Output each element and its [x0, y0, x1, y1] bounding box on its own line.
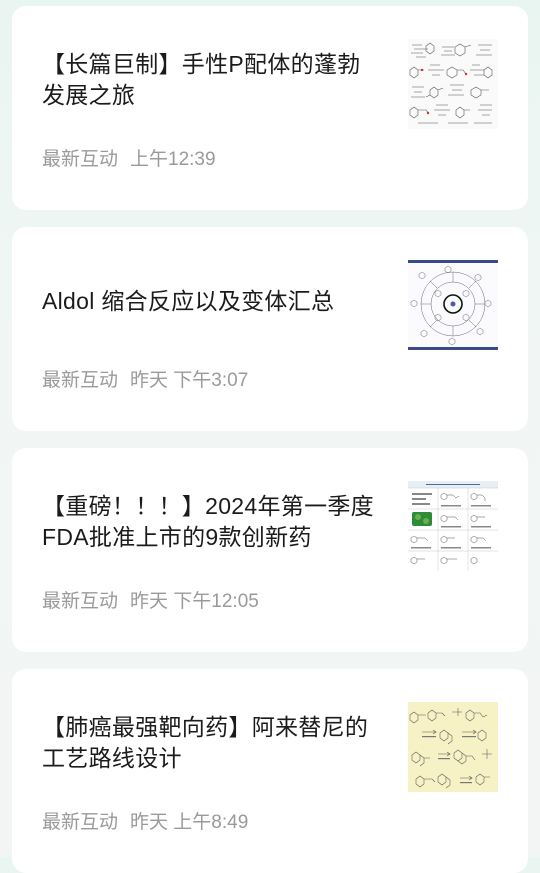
article-tag: 最新互动: [42, 149, 119, 170]
article-title: 【重磅！！！】2024年第一季度FDA批准上市的9款创新药: [42, 493, 374, 550]
article-meta: 最新互动 昨天 下午3:07: [42, 369, 248, 393]
article-title: Aldol 缩合反应以及变体汇总: [42, 287, 335, 314]
article-card[interactable]: Aldol 缩合反应以及变体汇总 最新互动 昨天 下午3:07: [12, 227, 528, 431]
article-title: 【肺癌最强靶向药】阿来替尼的工艺路线设计: [42, 714, 369, 771]
article-time: 上午12:39: [130, 149, 216, 170]
article-title-wrap: 【重磅！！！】2024年第一季度FDA批准上市的9款创新药: [42, 448, 374, 652]
article-meta: 最新互动 上午12:39: [42, 148, 216, 172]
chemical-structures-thumbnail: [408, 39, 498, 129]
article-meta: 最新互动 昨天 下午12:05: [42, 590, 259, 614]
article-time: 昨天 上午8:49: [130, 812, 249, 833]
article-card[interactable]: 【肺癌最强靶向药】阿来替尼的工艺路线设计 最新互动 昨天 上午8:49: [12, 669, 528, 873]
synthesis-route-thumbnail: [408, 702, 498, 792]
article-time: 昨天 下午3:07: [130, 370, 249, 391]
article-card[interactable]: 【长篇巨制】手性P配体的蓬勃发展之旅 最新互动 上午12:39: [12, 6, 528, 210]
article-title-wrap: 【肺癌最强靶向药】阿来替尼的工艺路线设计: [42, 669, 374, 873]
fda-drug-table-thumbnail: [408, 481, 498, 571]
article-meta: 最新互动 昨天 上午8:49: [42, 811, 248, 835]
article-title: 【长篇巨制】手性P配体的蓬勃发展之旅: [42, 51, 361, 108]
article-card[interactable]: 【重磅！！！】2024年第一季度FDA批准上市的9款创新药 最新互动 昨天 下午1…: [12, 448, 528, 652]
article-feed: 【长篇巨制】手性P配体的蓬勃发展之旅 最新互动 上午12:39 Aldol 缩合…: [0, 0, 540, 873]
article-title-wrap: Aldol 缩合反应以及变体汇总: [42, 227, 374, 431]
article-time: 昨天 下午12:05: [130, 591, 259, 612]
article-tag: 最新互动: [42, 591, 119, 612]
article-tag: 最新互动: [42, 370, 119, 391]
article-title-wrap: 【长篇巨制】手性P配体的蓬勃发展之旅: [42, 6, 374, 210]
reaction-wheel-thumbnail: [408, 260, 498, 350]
article-tag: 最新互动: [42, 812, 119, 833]
